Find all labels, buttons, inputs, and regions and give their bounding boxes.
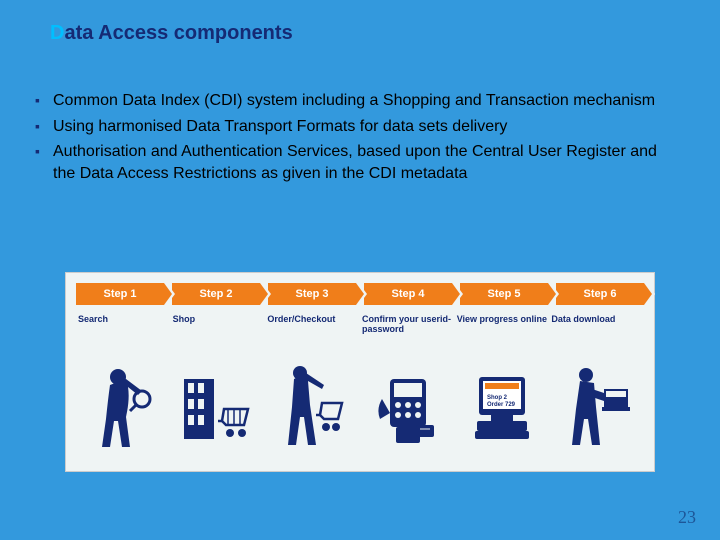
- bullet-text: Using harmonised Data Transport Formats …: [53, 116, 680, 138]
- step-chip-5: Step 5: [460, 283, 548, 305]
- step-label: Step 6: [583, 288, 616, 300]
- slide-title: Data Access components: [50, 22, 293, 45]
- bullet-list: ▪ Common Data Index (CDI) system includi…: [35, 90, 680, 188]
- step-label: Step 2: [199, 288, 232, 300]
- step-label: Step 1: [103, 288, 136, 300]
- step-caption: Data download: [549, 315, 644, 337]
- step-caption: Search: [76, 315, 171, 337]
- steps-row: Step 1 Step 2 Step 3 Step 4 Step 5 Step …: [76, 283, 644, 305]
- page-number: 23: [678, 507, 696, 528]
- svg-text:Order 729: Order 729: [487, 402, 516, 408]
- step-label: Step 4: [391, 288, 424, 300]
- list-item: ▪ Using harmonised Data Transport Format…: [35, 116, 680, 138]
- bullet-icon: ▪: [35, 141, 53, 184]
- step-caption: Shop: [171, 315, 266, 337]
- step-caption: Confirm your userid-password: [360, 315, 455, 337]
- step-chip-1: Step 1: [76, 283, 164, 305]
- title-accent: D: [50, 22, 64, 44]
- step-chip-4: Step 4: [364, 283, 452, 305]
- icons-row: Shop 2 Order 729: [76, 349, 644, 449]
- workflow-diagram: Step 1 Step 2 Step 3 Step 4 Step 5 Step …: [65, 272, 655, 472]
- download-icon: [549, 349, 644, 449]
- list-item: ▪ Authorisation and Authentication Servi…: [35, 141, 680, 184]
- step-chip-2: Step 2: [172, 283, 260, 305]
- step-caption: Order/Checkout: [265, 315, 360, 337]
- title-rest: ata Access components: [64, 22, 292, 44]
- confirm-password-icon: [360, 349, 455, 449]
- captions-row: Search Shop Order/Checkout Confirm your …: [76, 315, 644, 337]
- bullet-icon: ▪: [35, 90, 53, 112]
- step-label: Step 3: [295, 288, 328, 300]
- shop-icon: [171, 349, 266, 449]
- step-chip-6: Step 6: [556, 283, 644, 305]
- view-progress-icon: Shop 2 Order 729: [455, 349, 550, 449]
- svg-text:Shop 2: Shop 2: [487, 395, 508, 401]
- bullet-text: Common Data Index (CDI) system including…: [53, 90, 680, 112]
- list-item: ▪ Common Data Index (CDI) system includi…: [35, 90, 680, 112]
- step-chip-3: Step 3: [268, 283, 356, 305]
- step-caption: View progress online: [455, 315, 550, 337]
- checkout-icon: [265, 349, 360, 449]
- bullet-icon: ▪: [35, 116, 53, 138]
- bullet-text: Authorisation and Authentication Service…: [53, 141, 680, 184]
- step-label: Step 5: [487, 288, 520, 300]
- search-icon: [76, 349, 171, 449]
